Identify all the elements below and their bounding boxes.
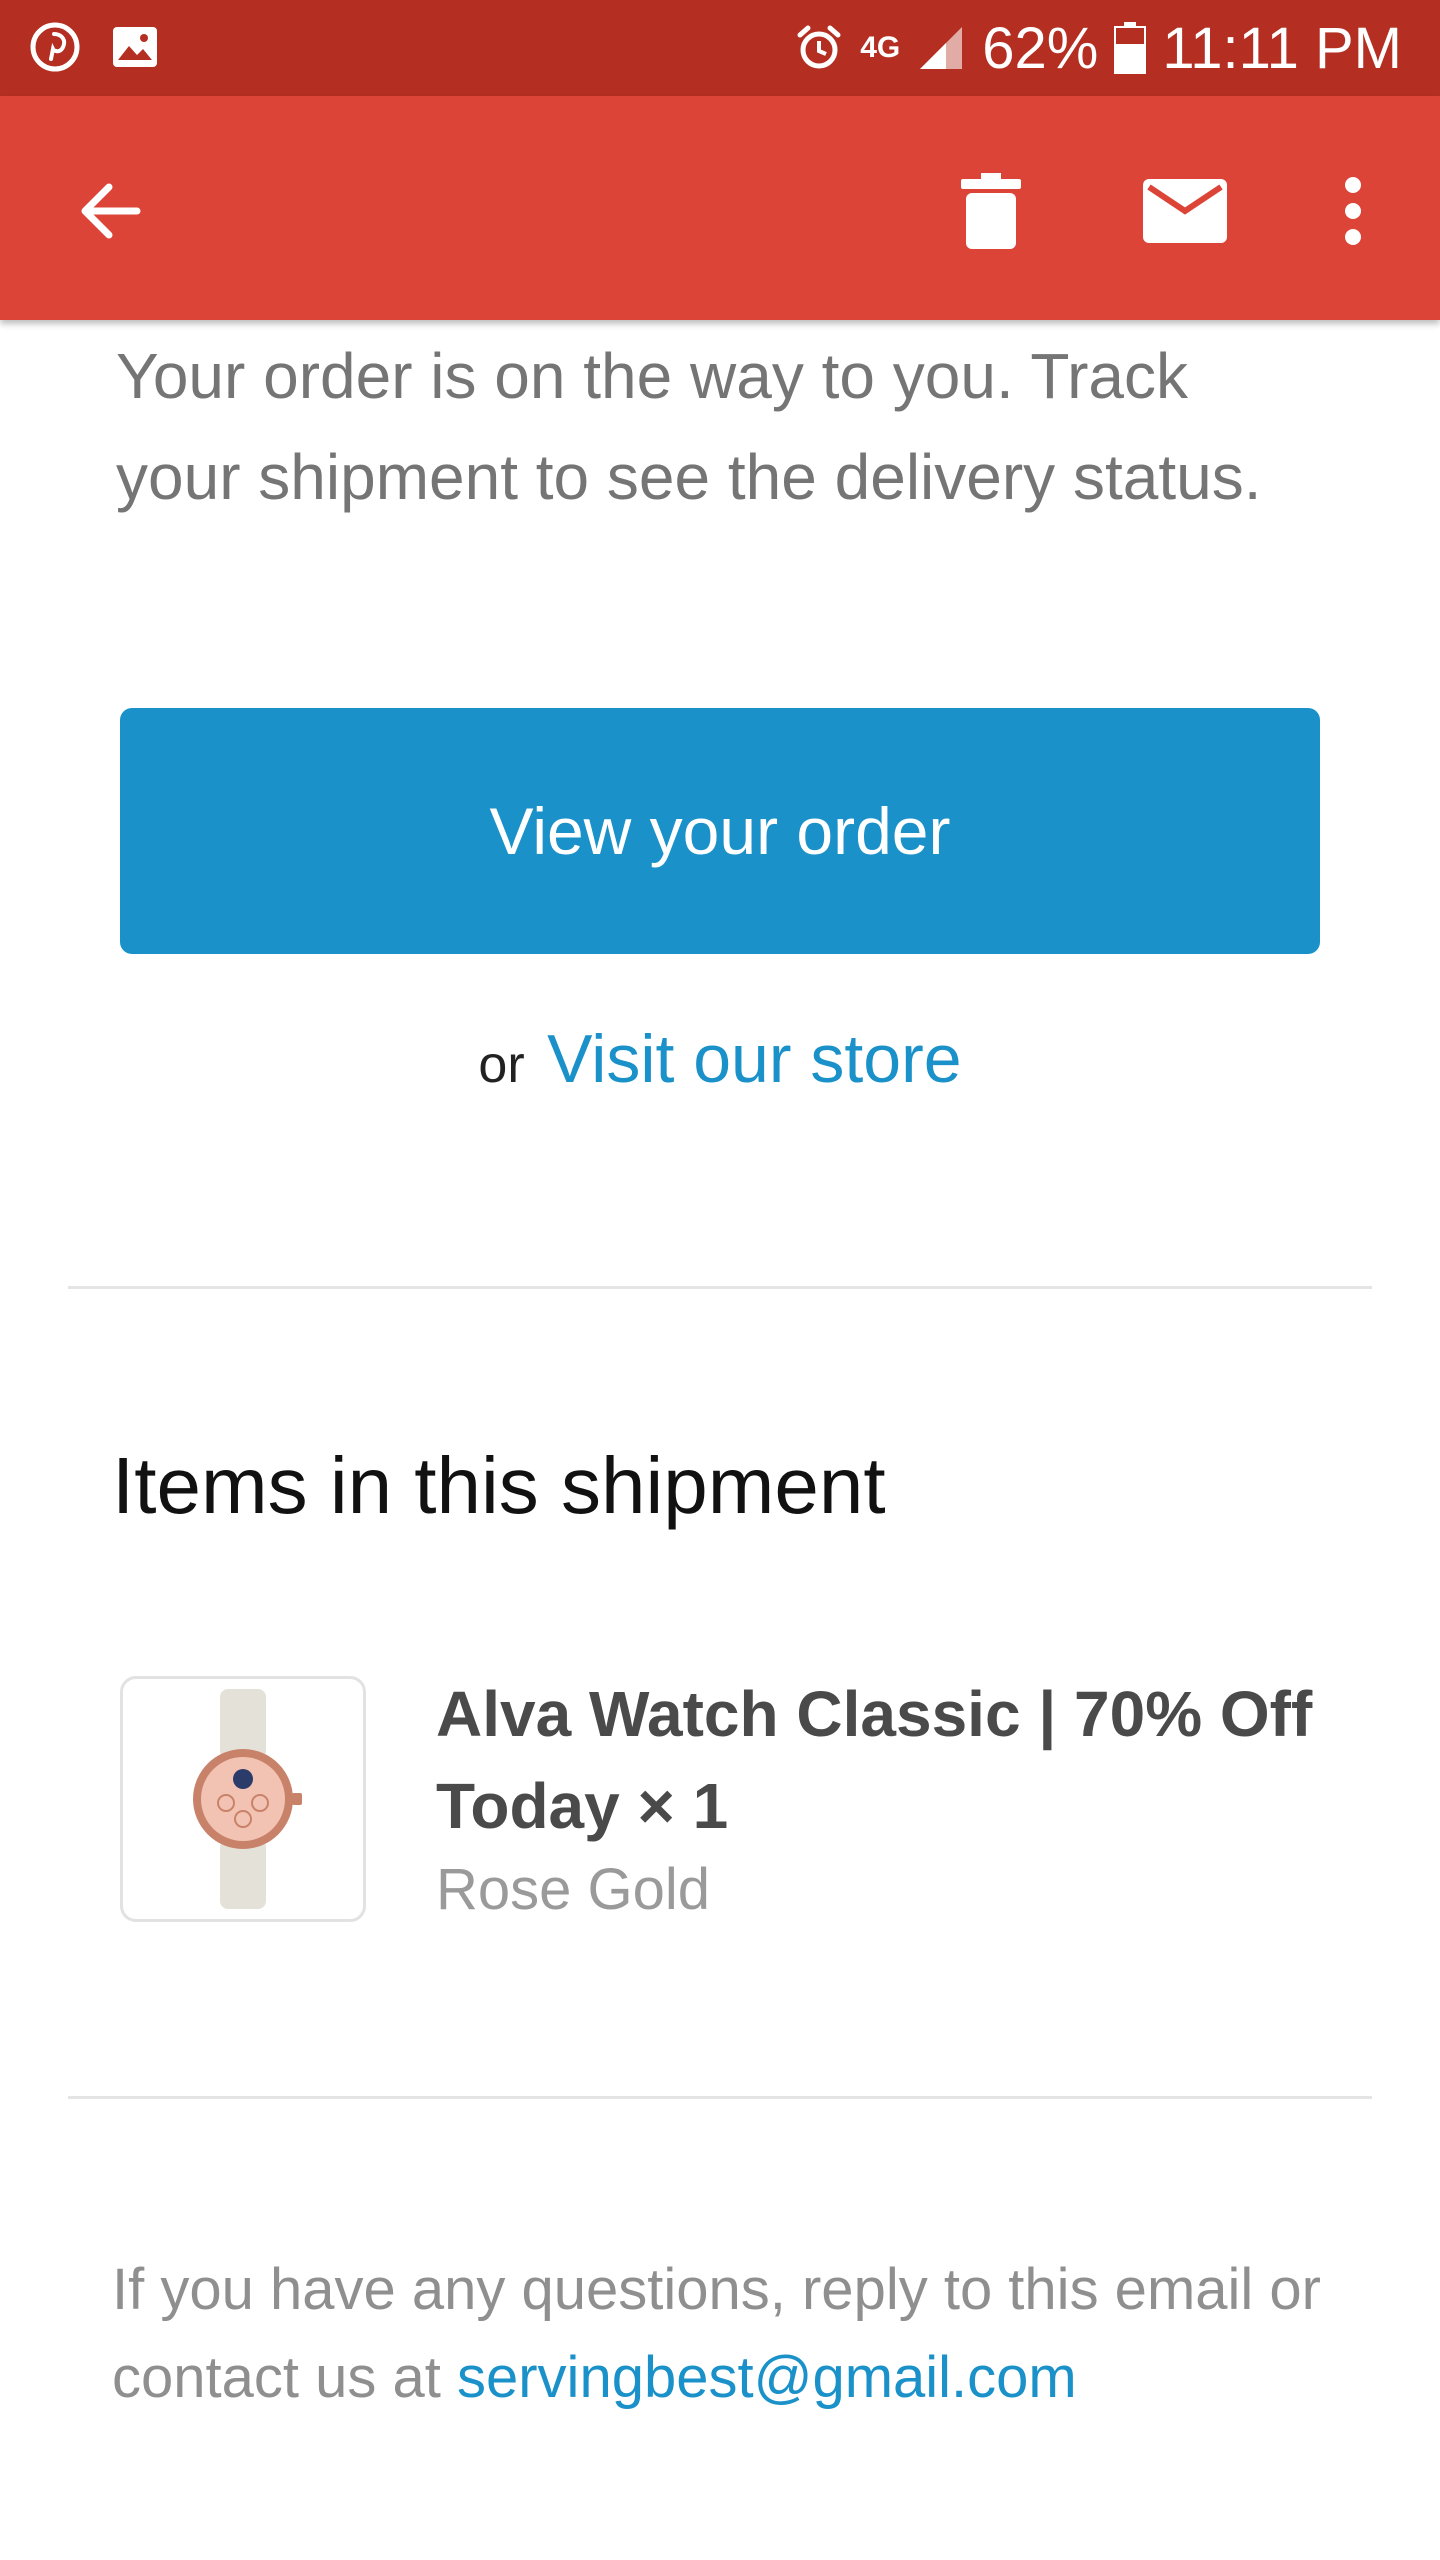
battery-icon <box>1114 22 1147 74</box>
contact-footer: If you have any questions, reply to this… <box>112 2246 1352 2422</box>
watch-image <box>193 1689 302 1909</box>
clock: 11:11 PM <box>1162 15 1402 81</box>
image-icon <box>113 27 157 67</box>
delete-button[interactable] <box>946 166 1036 256</box>
network-type: 4G <box>860 31 901 64</box>
more-options-button[interactable] <box>1308 166 1398 256</box>
pinterest-icon <box>30 22 80 72</box>
signal-icon <box>920 27 963 69</box>
items-heading: Items in this shipment <box>112 1441 886 1530</box>
more-vert-icon <box>1345 177 1361 245</box>
alarm-icon <box>797 25 841 69</box>
product-variant: Rose Gold <box>436 1857 711 1922</box>
visit-store-row: or Visit our store <box>0 1020 1440 1098</box>
status-bar: 4G 62% 11:11 PM <box>0 0 1440 96</box>
visit-store-link[interactable]: Visit our store <box>547 1021 961 1097</box>
or-text: or <box>478 1036 525 1094</box>
shipping-message: Your order is on the way to you. Track y… <box>116 340 1262 513</box>
trash-icon <box>961 173 1021 249</box>
divider <box>68 1286 1372 1289</box>
contact-email-link[interactable]: servingbest@gmail.com <box>457 2345 1077 2410</box>
divider <box>68 2096 1372 2099</box>
app-bar <box>0 96 1440 320</box>
battery-percent: 62% <box>982 15 1099 81</box>
product-thumbnail[interactable] <box>120 1676 366 1922</box>
mail-icon <box>1143 179 1227 243</box>
arrow-left-icon <box>81 183 141 239</box>
mark-unread-button[interactable] <box>1140 166 1230 256</box>
back-button[interactable] <box>64 166 154 256</box>
view-order-button[interactable]: View your order <box>120 708 1320 954</box>
product-name[interactable]: Alva Watch Classic | 70% Off Today × 1 <box>436 1668 1336 1852</box>
